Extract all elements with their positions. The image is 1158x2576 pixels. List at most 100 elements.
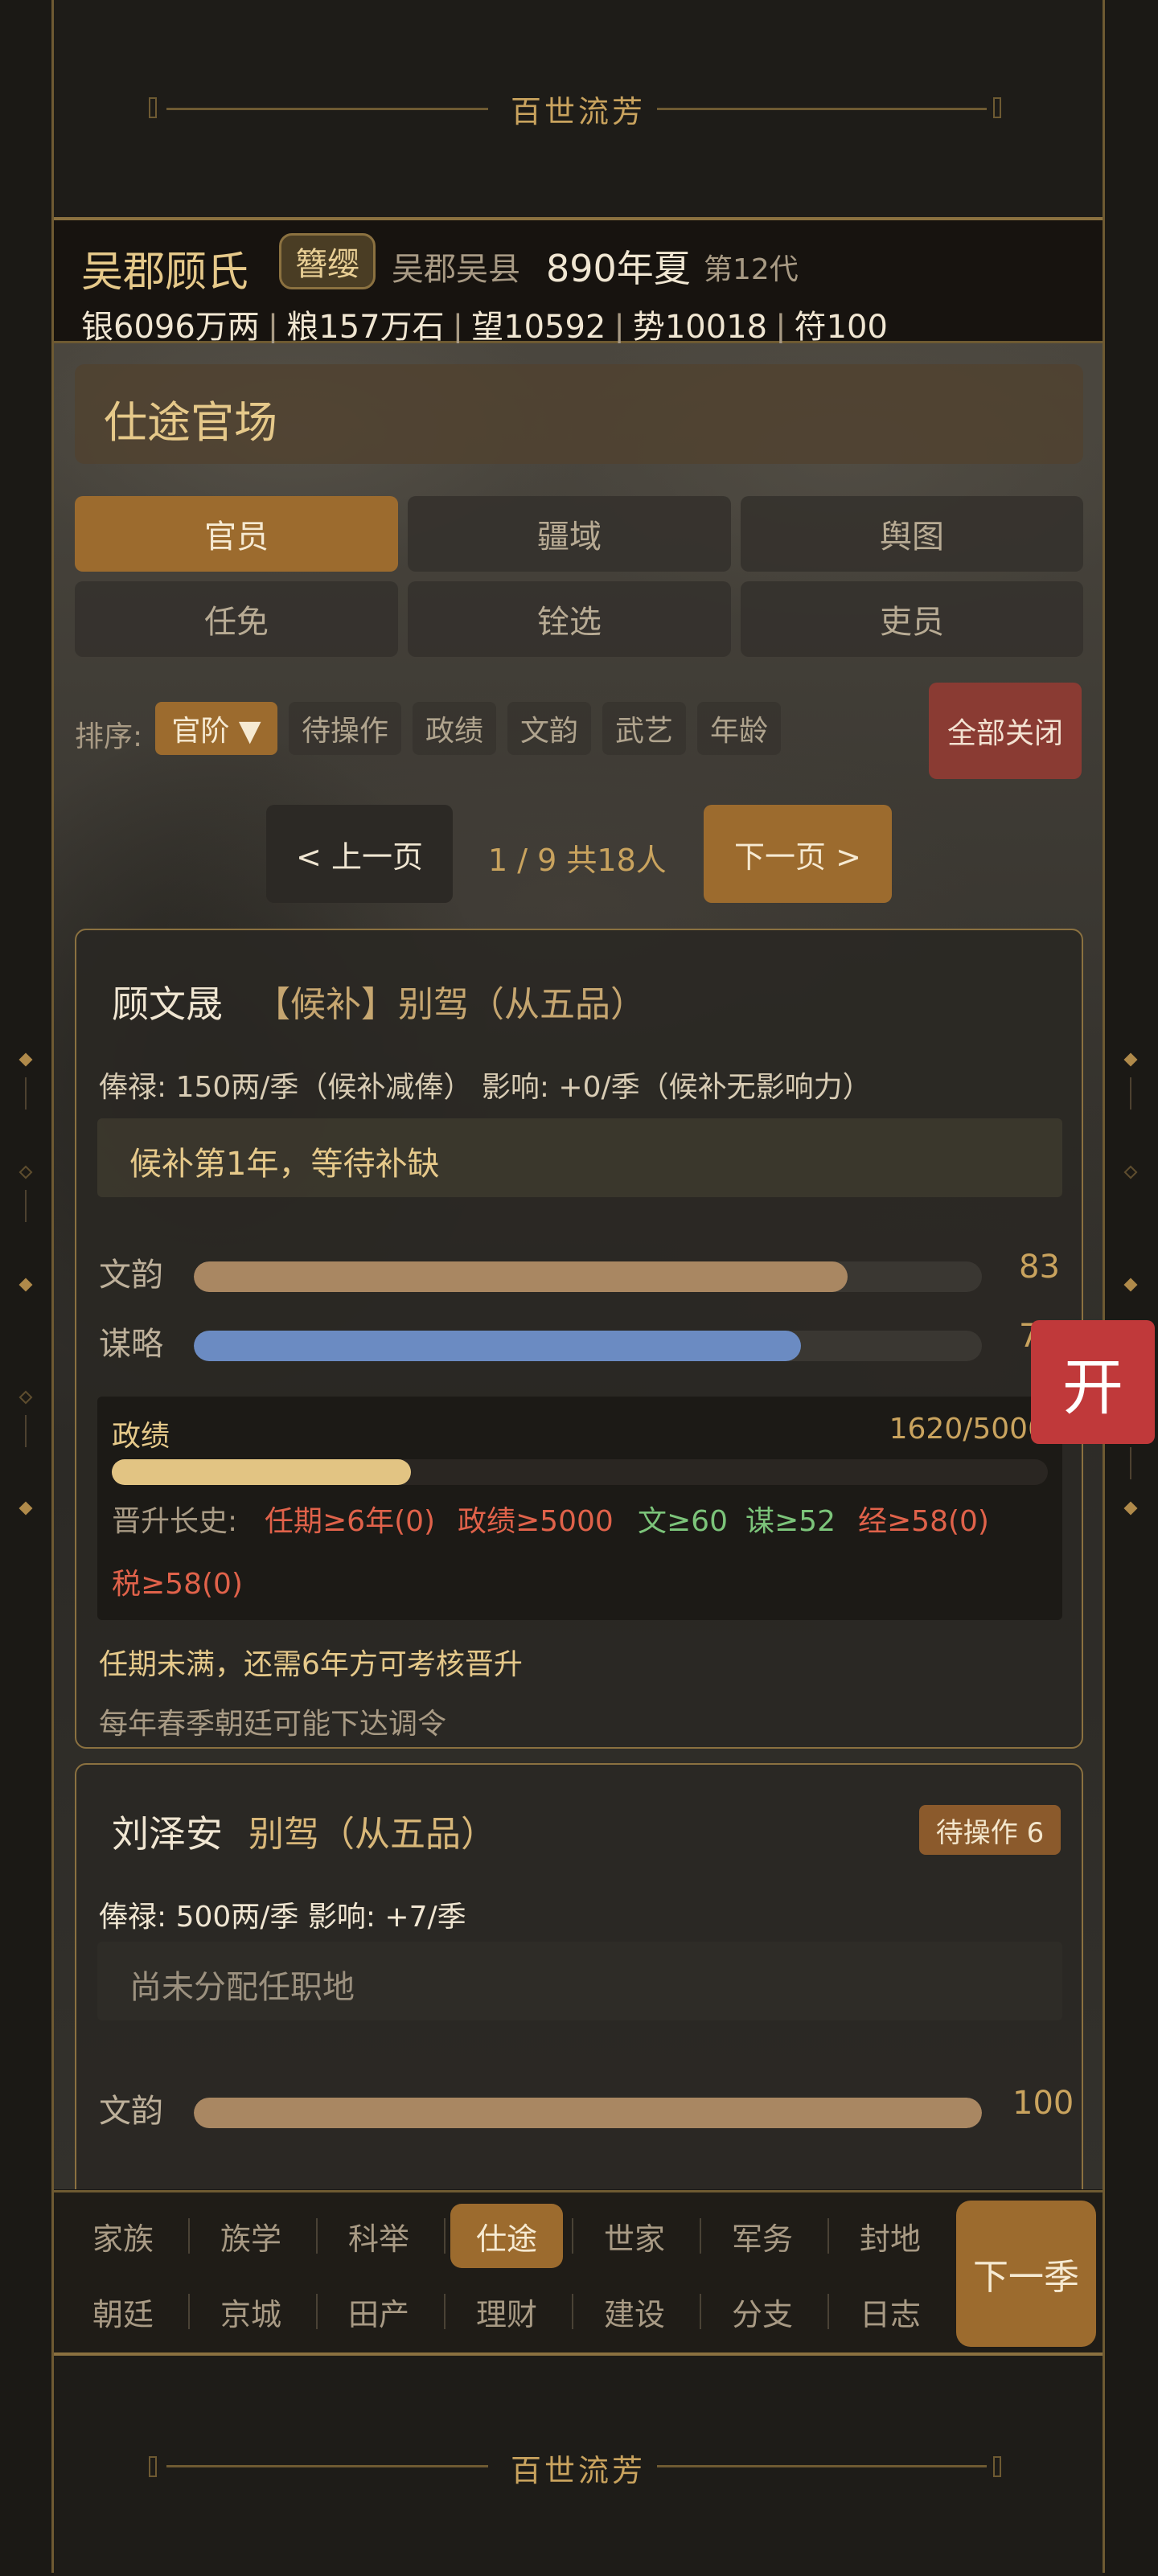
merit-panel: 政绩 1620/5000 晋升长史: 任期≥6年(0) 政绩≥5000 文≥60…	[97, 1397, 1062, 1620]
sort-literary[interactable]: 文韵	[507, 702, 591, 755]
nav-separator	[827, 2294, 829, 2329]
nav-separator	[572, 2294, 573, 2329]
prev-page-button[interactable]: < 上一页	[266, 805, 453, 903]
stat-talisman: 符100	[794, 309, 888, 346]
nav-separator	[444, 2218, 446, 2254]
nav-separator	[572, 2218, 573, 2254]
nav-separator	[316, 2218, 318, 2254]
nav-item[interactable]: 世家	[578, 2204, 691, 2268]
nav-separator	[827, 2218, 829, 2254]
sort-pending[interactable]: 待操作	[289, 702, 401, 755]
tab-map[interactable]: 舆图	[741, 496, 1083, 572]
nav-item[interactable]: 日志	[834, 2279, 947, 2344]
nav-item[interactable]: 朝廷	[67, 2279, 179, 2344]
promotion-requirement: 经≥58(0)	[858, 1505, 989, 1538]
family-stats: 银6096万两 | 粮157万石 | 望10592 | 势10018 | 符100	[81, 309, 888, 346]
salary-influence: 俸禄: 150两/季（候补减俸） 影响: +0/季（候补无影响力）	[99, 1071, 872, 1104]
official-rank: 别驾（从五品）	[248, 1814, 496, 1855]
official-rank: 别驾（从五品）	[398, 984, 646, 1025]
nav-separator	[700, 2218, 701, 2254]
nav-item[interactable]: 仕途	[450, 2204, 563, 2268]
tab-appointment[interactable]: 任免	[75, 581, 398, 657]
nav-item[interactable]: 理财	[450, 2279, 563, 2344]
official-card[interactable]: 顾文晟 【候补】 别驾（从五品） 俸禄: 150两/季（候补减俸） 影响: +0…	[75, 929, 1083, 1749]
tab-officials[interactable]: 官员	[75, 496, 398, 572]
top-banner: 百世流芳	[54, 0, 1103, 220]
nav-item[interactable]: 军务	[706, 2204, 819, 2268]
promotion-requirement: 税≥58(0)	[112, 1568, 243, 1601]
banner-line-right	[657, 108, 987, 110]
nav-item[interactable]: 族学	[195, 2204, 307, 2268]
banner-line-cap	[993, 97, 1001, 118]
sort-merit[interactable]: 政绩	[413, 702, 496, 755]
status-notice: 候补第1年，等待补缺	[97, 1118, 1062, 1197]
tenure-warning: 任期未满，还需6年方可考核晋升	[99, 1648, 523, 1681]
family-title-badge[interactable]: 簪缨	[279, 233, 376, 289]
next-page-button[interactable]: 下一页 >	[704, 805, 892, 903]
official-name: 顾文晟	[112, 982, 223, 1026]
sort-rank[interactable]: 官阶 ▼	[155, 702, 277, 755]
family-generation: 第12代	[704, 253, 799, 286]
nav-separator	[316, 2294, 318, 2329]
side-ornament-line	[1130, 1077, 1131, 1110]
side-ornament	[18, 1278, 33, 1292]
candidate-tag: 【候补】	[255, 984, 396, 1025]
nav-separator	[444, 2294, 446, 2329]
stat-power: 势10018	[632, 309, 768, 346]
nav-item[interactable]: 分支	[706, 2279, 819, 2344]
promotion-requirement: 政绩≥5000	[458, 1505, 614, 1538]
panel-header: 仕途官场	[75, 364, 1083, 464]
promotion-requirement: 谋≥52	[745, 1505, 836, 1538]
family-name: 吴郡顾氏	[81, 248, 249, 297]
tab-territory[interactable]: 疆域	[408, 496, 731, 572]
transfer-hint: 每年春季朝廷可能下达调令	[99, 1708, 447, 1741]
notice-text: 候补第1年，等待补缺	[129, 1146, 440, 1183]
stat-silver: 银6096万两	[81, 309, 260, 346]
nav-item[interactable]: 京城	[195, 2279, 307, 2344]
close-all-button[interactable]: 全部关闭	[929, 683, 1082, 779]
side-ornament	[1123, 1165, 1138, 1179]
nav-separator	[188, 2218, 190, 2254]
nav-item[interactable]: 家族	[67, 2204, 179, 2268]
promotion-requirement: 文≥60	[638, 1505, 728, 1538]
stat-grain: 粮157万石	[286, 309, 445, 346]
stat-label: 文韵	[99, 1257, 163, 1294]
side-ornament	[18, 1165, 33, 1179]
stat-value: 83	[1019, 1249, 1060, 1286]
notice-text: 尚未分配任职地	[129, 1969, 355, 2006]
nav-item[interactable]: 田产	[322, 2279, 435, 2344]
side-ornament-line	[25, 1077, 27, 1110]
merit-value: 1620/5000	[889, 1413, 1046, 1446]
pending-badge[interactable]: 待操作 6	[919, 1805, 1061, 1855]
side-ornament	[1123, 1278, 1138, 1292]
next-season-button[interactable]: 下一季	[956, 2201, 1096, 2347]
sort-age[interactable]: 年龄	[697, 702, 781, 755]
official-card[interactable]: 刘泽安 别驾（从五品） 待操作 6 俸禄: 500两/季 影响: +7/季 尚未…	[75, 1763, 1083, 2189]
tab-selection[interactable]: 铨选	[408, 581, 731, 657]
merit-label: 政绩	[112, 1420, 170, 1453]
sort-martial[interactable]: 武艺	[602, 702, 686, 755]
stat-bar-track	[194, 1261, 982, 1292]
panel-title: 仕途官场	[104, 397, 277, 448]
banner-title: 百世流芳	[510, 2453, 646, 2488]
merit-bar-track	[112, 1459, 1048, 1485]
status-notice: 尚未分配任职地	[97, 1942, 1062, 2020]
tab-clerks[interactable]: 吏员	[741, 581, 1083, 657]
nav-item[interactable]: 封地	[834, 2204, 947, 2268]
stat-prestige: 望10592	[471, 309, 606, 346]
banner-line-right	[657, 2465, 987, 2467]
main-panel: 仕途官场 官员 疆域 舆图 任免 铨选 吏员 排序: 官阶 ▼ 待操作 政绩 文…	[54, 343, 1103, 2189]
nav-item[interactable]: 科举	[322, 2204, 435, 2268]
sort-label: 排序:	[75, 720, 143, 753]
salary-influence: 俸禄: 500两/季 影响: +7/季	[99, 1901, 466, 1934]
stat-value: 100	[1012, 2085, 1074, 2122]
nav-item[interactable]: 建设	[578, 2279, 691, 2344]
family-info-bar: 吴郡顾氏 簪缨 吴郡吴县 890年夏 第12代 银6096万两 | 粮157万石 | 望…	[54, 220, 1103, 346]
side-ornament-line	[25, 1190, 27, 1222]
stat-bar-track	[194, 2098, 982, 2128]
page-info: 1 / 9 共18人	[488, 843, 667, 878]
stat-bar-fill	[194, 1331, 801, 1361]
side-ornament	[1123, 1501, 1138, 1516]
open-float-button[interactable]: 开	[1031, 1320, 1155, 1444]
stat-label: 谋略	[99, 1326, 163, 1363]
